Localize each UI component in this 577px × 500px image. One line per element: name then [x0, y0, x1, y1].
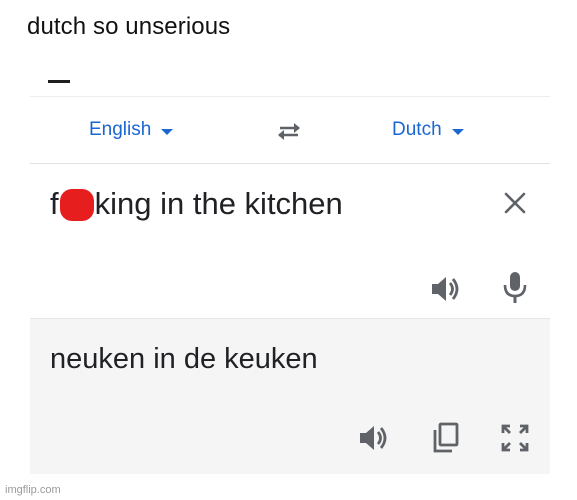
source-text-end: king in the kitchen	[94, 186, 343, 221]
microphone-icon	[503, 272, 527, 303]
translation-output-area: neuken in de keuken	[30, 318, 550, 474]
fullscreen-button[interactable]	[500, 423, 530, 453]
swap-languages-icon	[278, 123, 300, 140]
speaker-icon	[432, 277, 459, 301]
divider-dash	[48, 80, 70, 83]
post-caption: dutch so unserious	[27, 13, 231, 40]
microphone-button[interactable]	[502, 270, 528, 306]
clear-text-button[interactable]	[502, 190, 528, 216]
speaker-icon	[360, 426, 387, 450]
source-language-label: English	[89, 119, 152, 140]
translated-text: neuken in de keuken	[50, 343, 318, 375]
copy-translation-button[interactable]	[432, 422, 460, 454]
fullscreen-icon	[501, 424, 529, 452]
watermark: imgflip.com	[5, 484, 61, 496]
target-language-selector[interactable]: Dutch	[392, 119, 464, 141]
censor-blot	[59, 189, 94, 221]
source-text[interactable]: f king in the kitchen	[50, 186, 343, 222]
swap-languages-button[interactable]	[274, 119, 304, 143]
copy-icon	[433, 422, 459, 453]
source-input-area[interactable]: f king in the kitchen	[30, 164, 550, 318]
source-language-selector[interactable]: English	[89, 119, 174, 141]
source-text-start: f	[50, 186, 59, 221]
listen-source-button[interactable]	[430, 274, 462, 304]
target-language-label: Dutch	[392, 119, 442, 140]
listen-translation-button[interactable]	[358, 423, 390, 453]
close-icon	[504, 192, 526, 214]
chevron-down-icon	[451, 128, 464, 135]
language-bar: English Dutch	[30, 96, 550, 164]
translator-panel: English Dutch f king in the kitchen neuk…	[30, 96, 550, 474]
chevron-down-icon	[161, 128, 174, 135]
